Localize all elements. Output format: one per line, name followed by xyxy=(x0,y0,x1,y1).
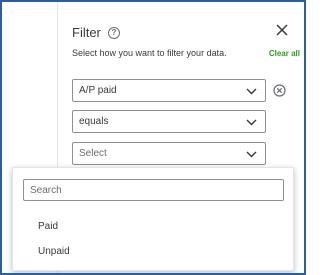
filter-header: Filter ? xyxy=(72,25,120,40)
clear-all-link[interactable]: Clear all xyxy=(269,49,300,58)
field-select[interactable]: A/P paid xyxy=(72,79,266,102)
chevron-down-icon xyxy=(246,151,257,158)
dropdown-option-paid[interactable]: Paid xyxy=(38,221,58,232)
search-input[interactable] xyxy=(23,179,284,201)
operator-select[interactable]: equals xyxy=(72,110,266,133)
value-dropdown-menu: Paid Unpaid xyxy=(12,167,294,271)
value-select[interactable]: Select xyxy=(72,142,266,165)
screenshot-frame: Filter ? Select how you want to filter y… xyxy=(0,0,306,275)
field-select-value: A/P paid xyxy=(79,85,117,96)
value-select-placeholder: Select xyxy=(79,148,107,159)
close-icon[interactable] xyxy=(274,22,290,38)
chevron-down-icon xyxy=(246,119,257,126)
remove-circle-icon[interactable] xyxy=(273,84,286,97)
filter-subtitle: Select how you want to filter your data. xyxy=(72,48,227,58)
chevron-down-icon xyxy=(246,88,257,95)
operator-select-value: equals xyxy=(79,116,109,127)
help-icon[interactable]: ? xyxy=(107,26,120,39)
dropdown-option-unpaid[interactable]: Unpaid xyxy=(38,246,70,257)
filter-title: Filter xyxy=(72,25,101,40)
